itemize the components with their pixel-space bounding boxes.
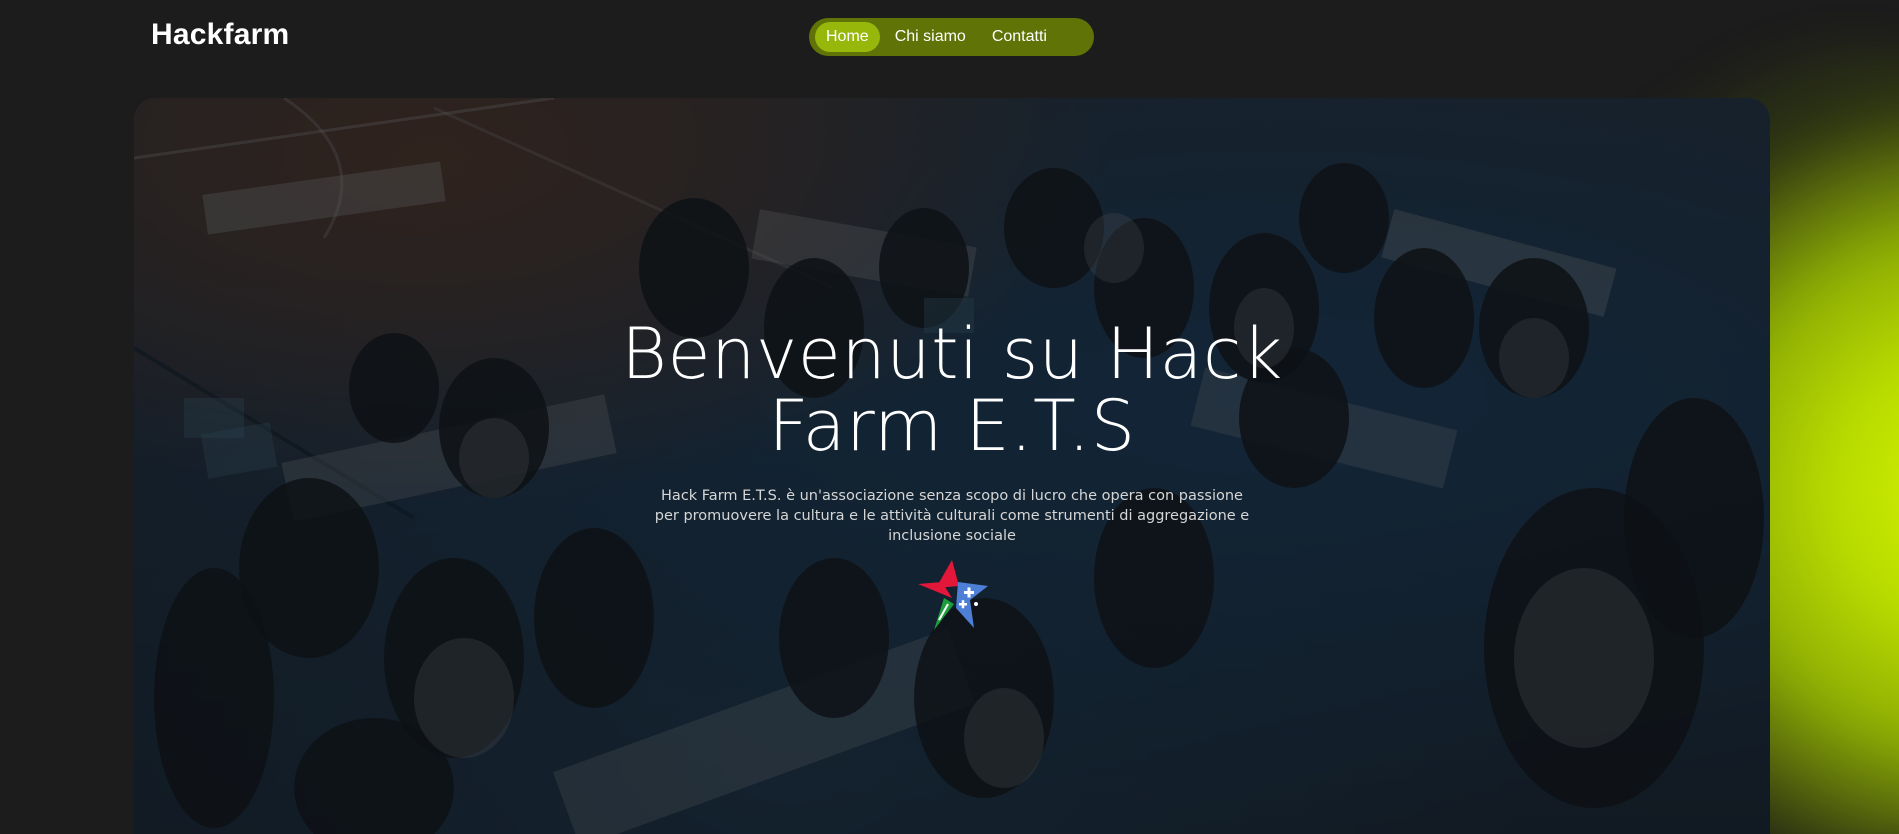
nav-item-chi-siamo[interactable]: Chi siamo — [884, 22, 977, 52]
main-nav: Home Chi siamo Contatti — [809, 18, 1094, 56]
nav-item-home[interactable]: Home — [815, 22, 880, 52]
hackfarm-star-logo-icon — [918, 560, 988, 630]
site-logo[interactable]: Hackfarm — [151, 18, 289, 52]
hero-content: Benvenuti su Hack Farm E.T.S Hack Farm E… — [134, 98, 1770, 834]
site-header: Hackfarm Home Chi siamo Contatti — [0, 0, 1899, 76]
nav-item-contatti[interactable]: Contatti — [981, 22, 1058, 52]
hero-title: Benvenuti su Hack Farm E.T.S — [621, 313, 1283, 467]
hero-description: Hack Farm E.T.S. è un'associazione senza… — [654, 488, 1250, 544]
hero-section: Benvenuti su Hack Farm E.T.S Hack Farm E… — [134, 98, 1770, 834]
page: Hackfarm Home Chi siamo Contatti Benvenu… — [0, 0, 1899, 834]
